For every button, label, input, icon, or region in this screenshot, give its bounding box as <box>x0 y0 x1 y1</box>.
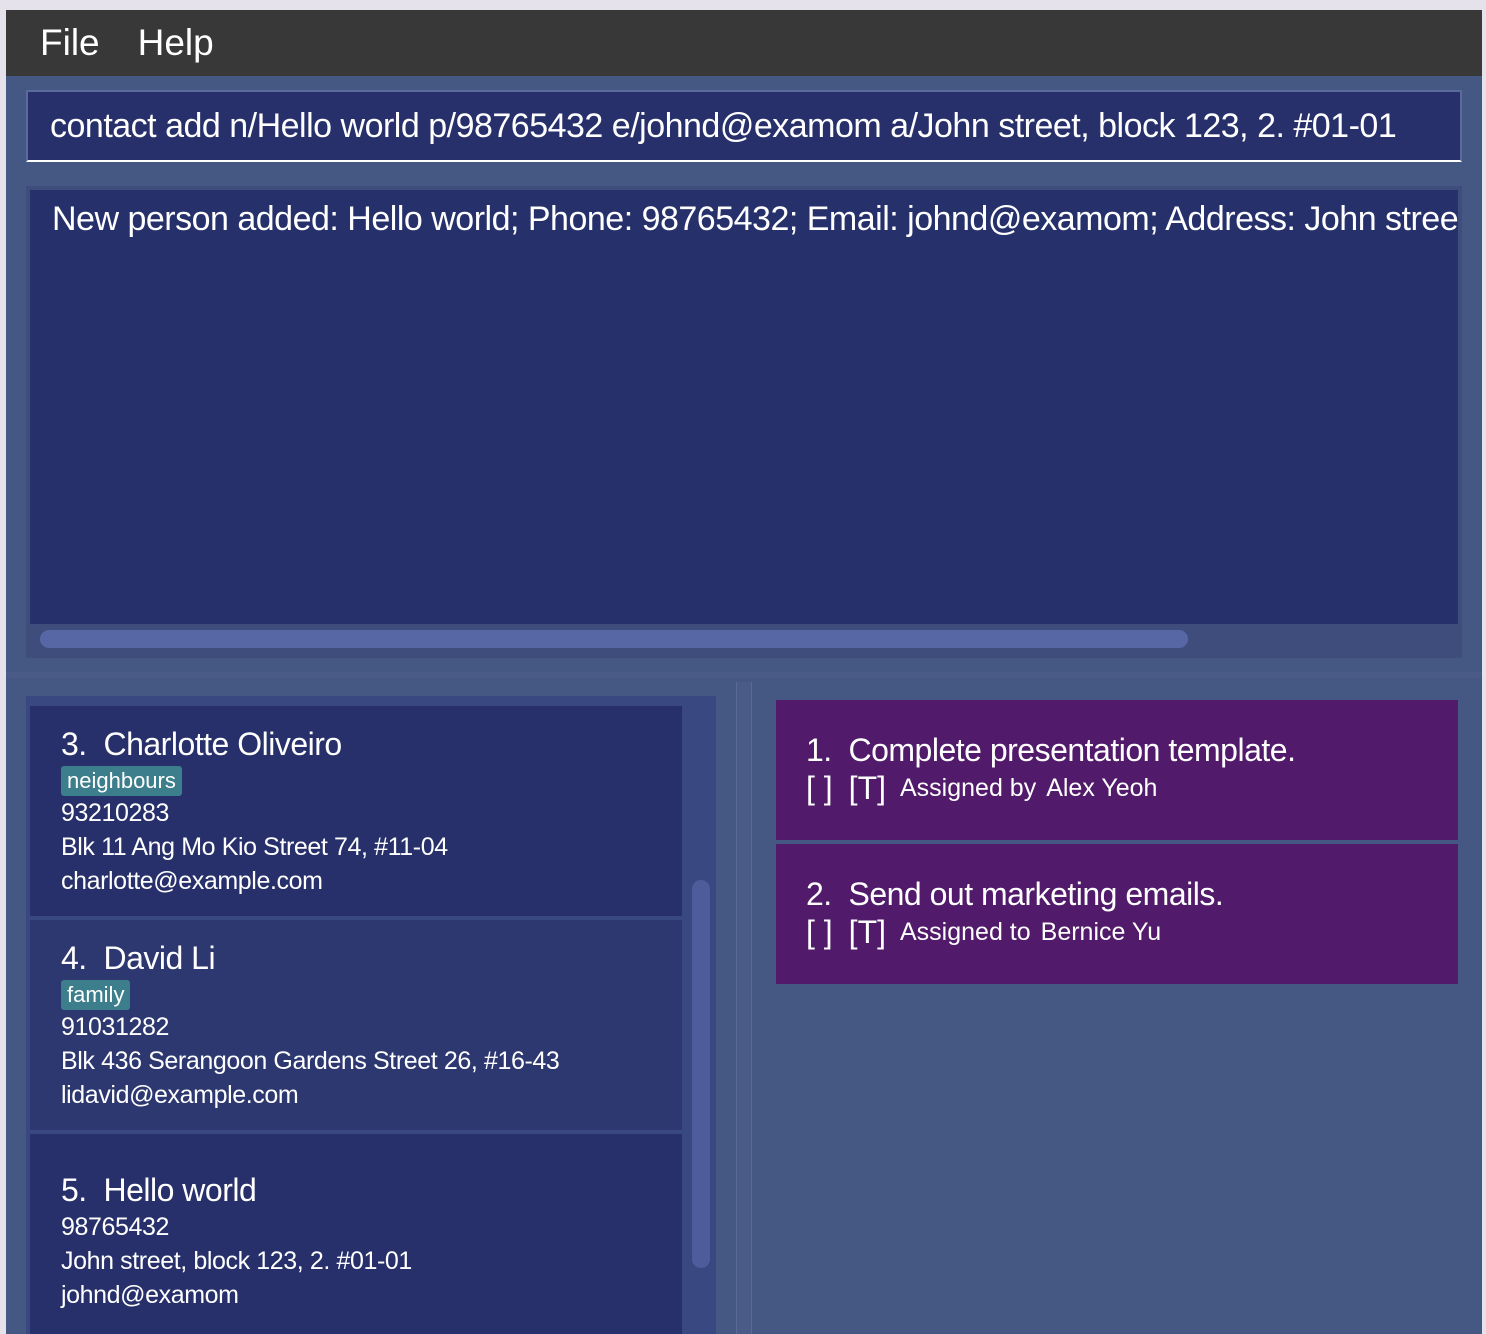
result-horizontal-scrollbar[interactable] <box>30 624 1458 654</box>
task-index: 1. <box>806 732 832 768</box>
person-email: charlotte@example.com <box>61 867 323 895</box>
menu-help[interactable]: Help <box>138 22 214 64</box>
task-assign-label: Assigned to <box>900 918 1031 946</box>
person-name: Hello world <box>103 1172 257 1208</box>
person-phone: 91031282 <box>61 1013 170 1041</box>
result-display[interactable]: New person added: Hello world; Phone: 98… <box>26 186 1462 658</box>
person-name-row: 5. Hello world <box>61 1170 682 1210</box>
person-name-row: 3. Charlotte Oliveiro <box>61 724 682 764</box>
task-meta: [ ] [T] Assigned to Bernice Yu <box>806 914 1458 950</box>
task-title-row: 1. Complete presentation template. <box>806 730 1458 770</box>
person-email: lidavid@example.com <box>61 1081 299 1109</box>
command-input[interactable] <box>28 92 1460 160</box>
person-list-panel: 3. Charlotte Oliveiro neighbours 9321028… <box>26 696 716 1334</box>
menu-file[interactable]: File <box>40 22 100 64</box>
person-name-row: 4. David Li <box>61 938 682 978</box>
person-address: Blk 436 Serangoon Gardens Street 26, #16… <box>61 1047 560 1075</box>
task-meta: [ ] [T] Assigned by Alex Yeoh <box>806 770 1458 806</box>
person-phone: 98765432 <box>61 1213 170 1241</box>
person-phone: 93210283 <box>61 799 170 827</box>
task-status: [ ] <box>806 770 833 806</box>
app-window: File Help New person added: Hello world;… <box>6 10 1482 1334</box>
task-card[interactable]: 2. Send out marketing emails. [ ] [T] As… <box>776 844 1458 984</box>
person-list-vertical-scrollbar[interactable] <box>686 696 716 1334</box>
result-text: New person added: Hello world; Phone: 98… <box>52 200 1459 238</box>
person-address: Blk 11 Ang Mo Kio Street 74, #11-04 <box>61 833 448 861</box>
task-status: [ ] <box>806 914 833 950</box>
task-assign-label: Assigned by <box>900 774 1037 802</box>
person-index: 4. <box>61 940 87 976</box>
person-card[interactable]: 3. Charlotte Oliveiro neighbours 9321028… <box>30 706 682 916</box>
task-type: [T] <box>848 914 886 950</box>
person-tag: family <box>61 980 131 1010</box>
result-scroll-thumb[interactable] <box>40 630 1188 648</box>
command-box <box>26 90 1462 162</box>
split-pane-divider[interactable] <box>736 682 752 1334</box>
person-index: 3. <box>61 726 87 762</box>
person-name: Charlotte Oliveiro <box>103 726 342 762</box>
task-title-row: 2. Send out marketing emails. <box>806 874 1458 914</box>
task-assignee: Bernice Yu <box>1040 918 1162 946</box>
person-list-scroll-thumb[interactable] <box>692 880 710 1268</box>
person-tag: neighbours <box>61 766 182 796</box>
task-index: 2. <box>806 876 832 912</box>
task-assignee: Alex Yeoh <box>1046 774 1158 802</box>
task-title: Send out marketing emails. <box>848 876 1224 912</box>
person-index: 5. <box>61 1172 87 1208</box>
person-card[interactable]: 4. David Li family 91031282 Blk 436 Sera… <box>30 920 682 1130</box>
task-list-panel: 1. Complete presentation template. [ ] [… <box>772 696 1462 1334</box>
person-email: johnd@examom <box>61 1281 239 1309</box>
menu-bar: File Help <box>6 10 1482 76</box>
person-name: David Li <box>103 940 216 976</box>
task-title: Complete presentation template. <box>848 732 1296 768</box>
task-type: [T] <box>848 770 886 806</box>
section-divider <box>6 672 1482 678</box>
person-address: John street, block 123, 2. #01-01 <box>61 1247 412 1275</box>
task-card[interactable]: 1. Complete presentation template. [ ] [… <box>776 700 1458 840</box>
person-card[interactable]: 5. Hello world 98765432 John street, blo… <box>30 1134 682 1334</box>
